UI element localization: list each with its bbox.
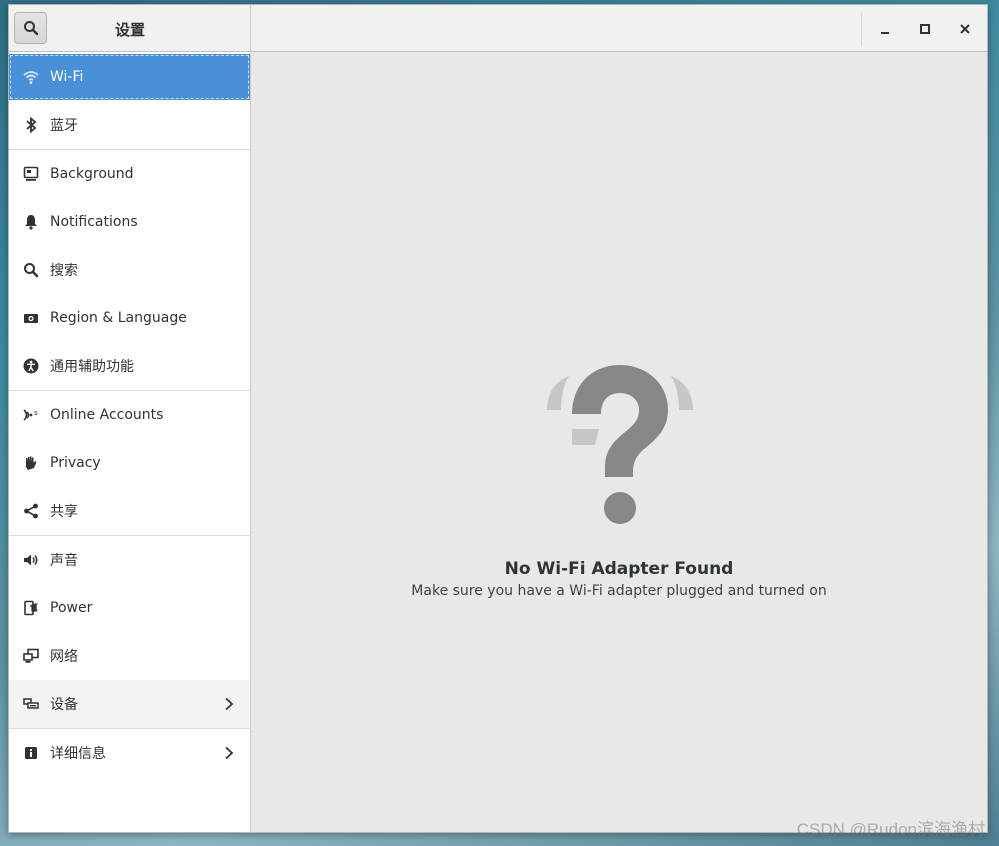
sidebar-item-label: 搜索	[50, 263, 78, 279]
close-icon	[960, 24, 970, 34]
share-icon	[22, 502, 40, 520]
network-icon	[22, 647, 40, 665]
minimize-icon	[881, 32, 889, 34]
empty-state-title: No Wi-Fi Adapter Found	[504, 559, 734, 579]
camera-icon	[22, 309, 40, 327]
background-icon	[22, 165, 40, 183]
sidebar-item-accessibility[interactable]: 通用辅助功能	[9, 342, 250, 390]
sidebar-item-network[interactable]: 网络	[9, 632, 250, 680]
sidebar-item-label: Wi-Fi	[50, 69, 84, 85]
maximize-button[interactable]	[913, 17, 937, 41]
sidebar-item-label: 共享	[50, 504, 78, 520]
sidebar: Wi-Fi 蓝牙 Background Notifications 搜索 Reg…	[9, 52, 251, 832]
hand-icon	[22, 454, 40, 472]
window-title: 设置	[114, 21, 145, 39]
question-mark-icon	[547, 365, 693, 524]
sidebar-item-search[interactable]: 搜索	[9, 246, 250, 294]
sidebar-item-online-accounts[interactable]: s Online Accounts	[9, 391, 250, 439]
watermark: CSDN @Rudon滨海渔村	[796, 820, 985, 839]
sidebar-item-label: 网络	[50, 649, 78, 665]
svg-text:s: s	[34, 409, 38, 417]
chevron-right-icon	[225, 746, 234, 760]
sidebar-item-privacy[interactable]: Privacy	[9, 439, 250, 487]
online-accounts-icon: s	[22, 406, 40, 424]
sidebar-item-label: 蓝牙	[50, 118, 78, 134]
sidebar-item-label: Region & Language	[50, 310, 187, 326]
sidebar-item-label: 通用辅助功能	[50, 359, 134, 375]
header-separator	[861, 13, 862, 46]
devices-icon	[22, 695, 40, 713]
search-icon	[22, 261, 40, 279]
sidebar-item-background[interactable]: Background	[9, 150, 250, 198]
sidebar-item-label: Notifications	[50, 214, 138, 230]
sidebar-item-sharing[interactable]: 共享	[9, 487, 250, 535]
sidebar-item-label: 详细信息	[50, 746, 106, 762]
sidebar-item-label: 设备	[50, 697, 78, 713]
main-content: No Wi-Fi Adapter Found Make sure you hav…	[251, 52, 987, 832]
sidebar-item-label: Online Accounts	[50, 407, 164, 423]
sidebar-item-region-language[interactable]: Region & Language	[9, 294, 250, 342]
power-icon	[22, 599, 40, 617]
bell-icon	[22, 213, 40, 231]
sidebar-item-label: Privacy	[50, 455, 101, 471]
info-icon	[22, 744, 40, 762]
close-button[interactable]	[953, 17, 977, 41]
bluetooth-icon	[22, 116, 40, 134]
chevron-right-icon	[225, 697, 234, 711]
sidebar-item-devices[interactable]: 设备	[9, 680, 250, 728]
sidebar-item-bluetooth[interactable]: 蓝牙	[9, 101, 250, 149]
speaker-icon	[22, 551, 40, 569]
sidebar-item-label: Background	[50, 166, 134, 182]
header-bar: 设置	[9, 5, 987, 52]
sidebar-item-sound[interactable]: 声音	[9, 536, 250, 584]
sidebar-item-label: Power	[50, 600, 93, 616]
sidebar-item-power[interactable]: Power	[9, 584, 250, 632]
maximize-icon	[920, 24, 930, 34]
content-header	[251, 5, 987, 52]
sidebar-header: 设置	[9, 5, 251, 52]
wifi-icon	[22, 68, 40, 86]
minimize-button[interactable]	[873, 17, 897, 41]
empty-state-subtitle: Make sure you have a Wi-Fi adapter plugg…	[411, 583, 827, 599]
accessibility-icon	[22, 357, 40, 375]
sidebar-item-wifi[interactable]: Wi-Fi	[9, 54, 250, 100]
settings-window: 设置 Wi-Fi 蓝牙 Background Notifications 搜索 …	[8, 4, 988, 833]
sidebar-item-details[interactable]: 详细信息	[9, 729, 250, 777]
sidebar-item-notifications[interactable]: Notifications	[9, 198, 250, 246]
sidebar-item-label: 声音	[50, 553, 78, 569]
